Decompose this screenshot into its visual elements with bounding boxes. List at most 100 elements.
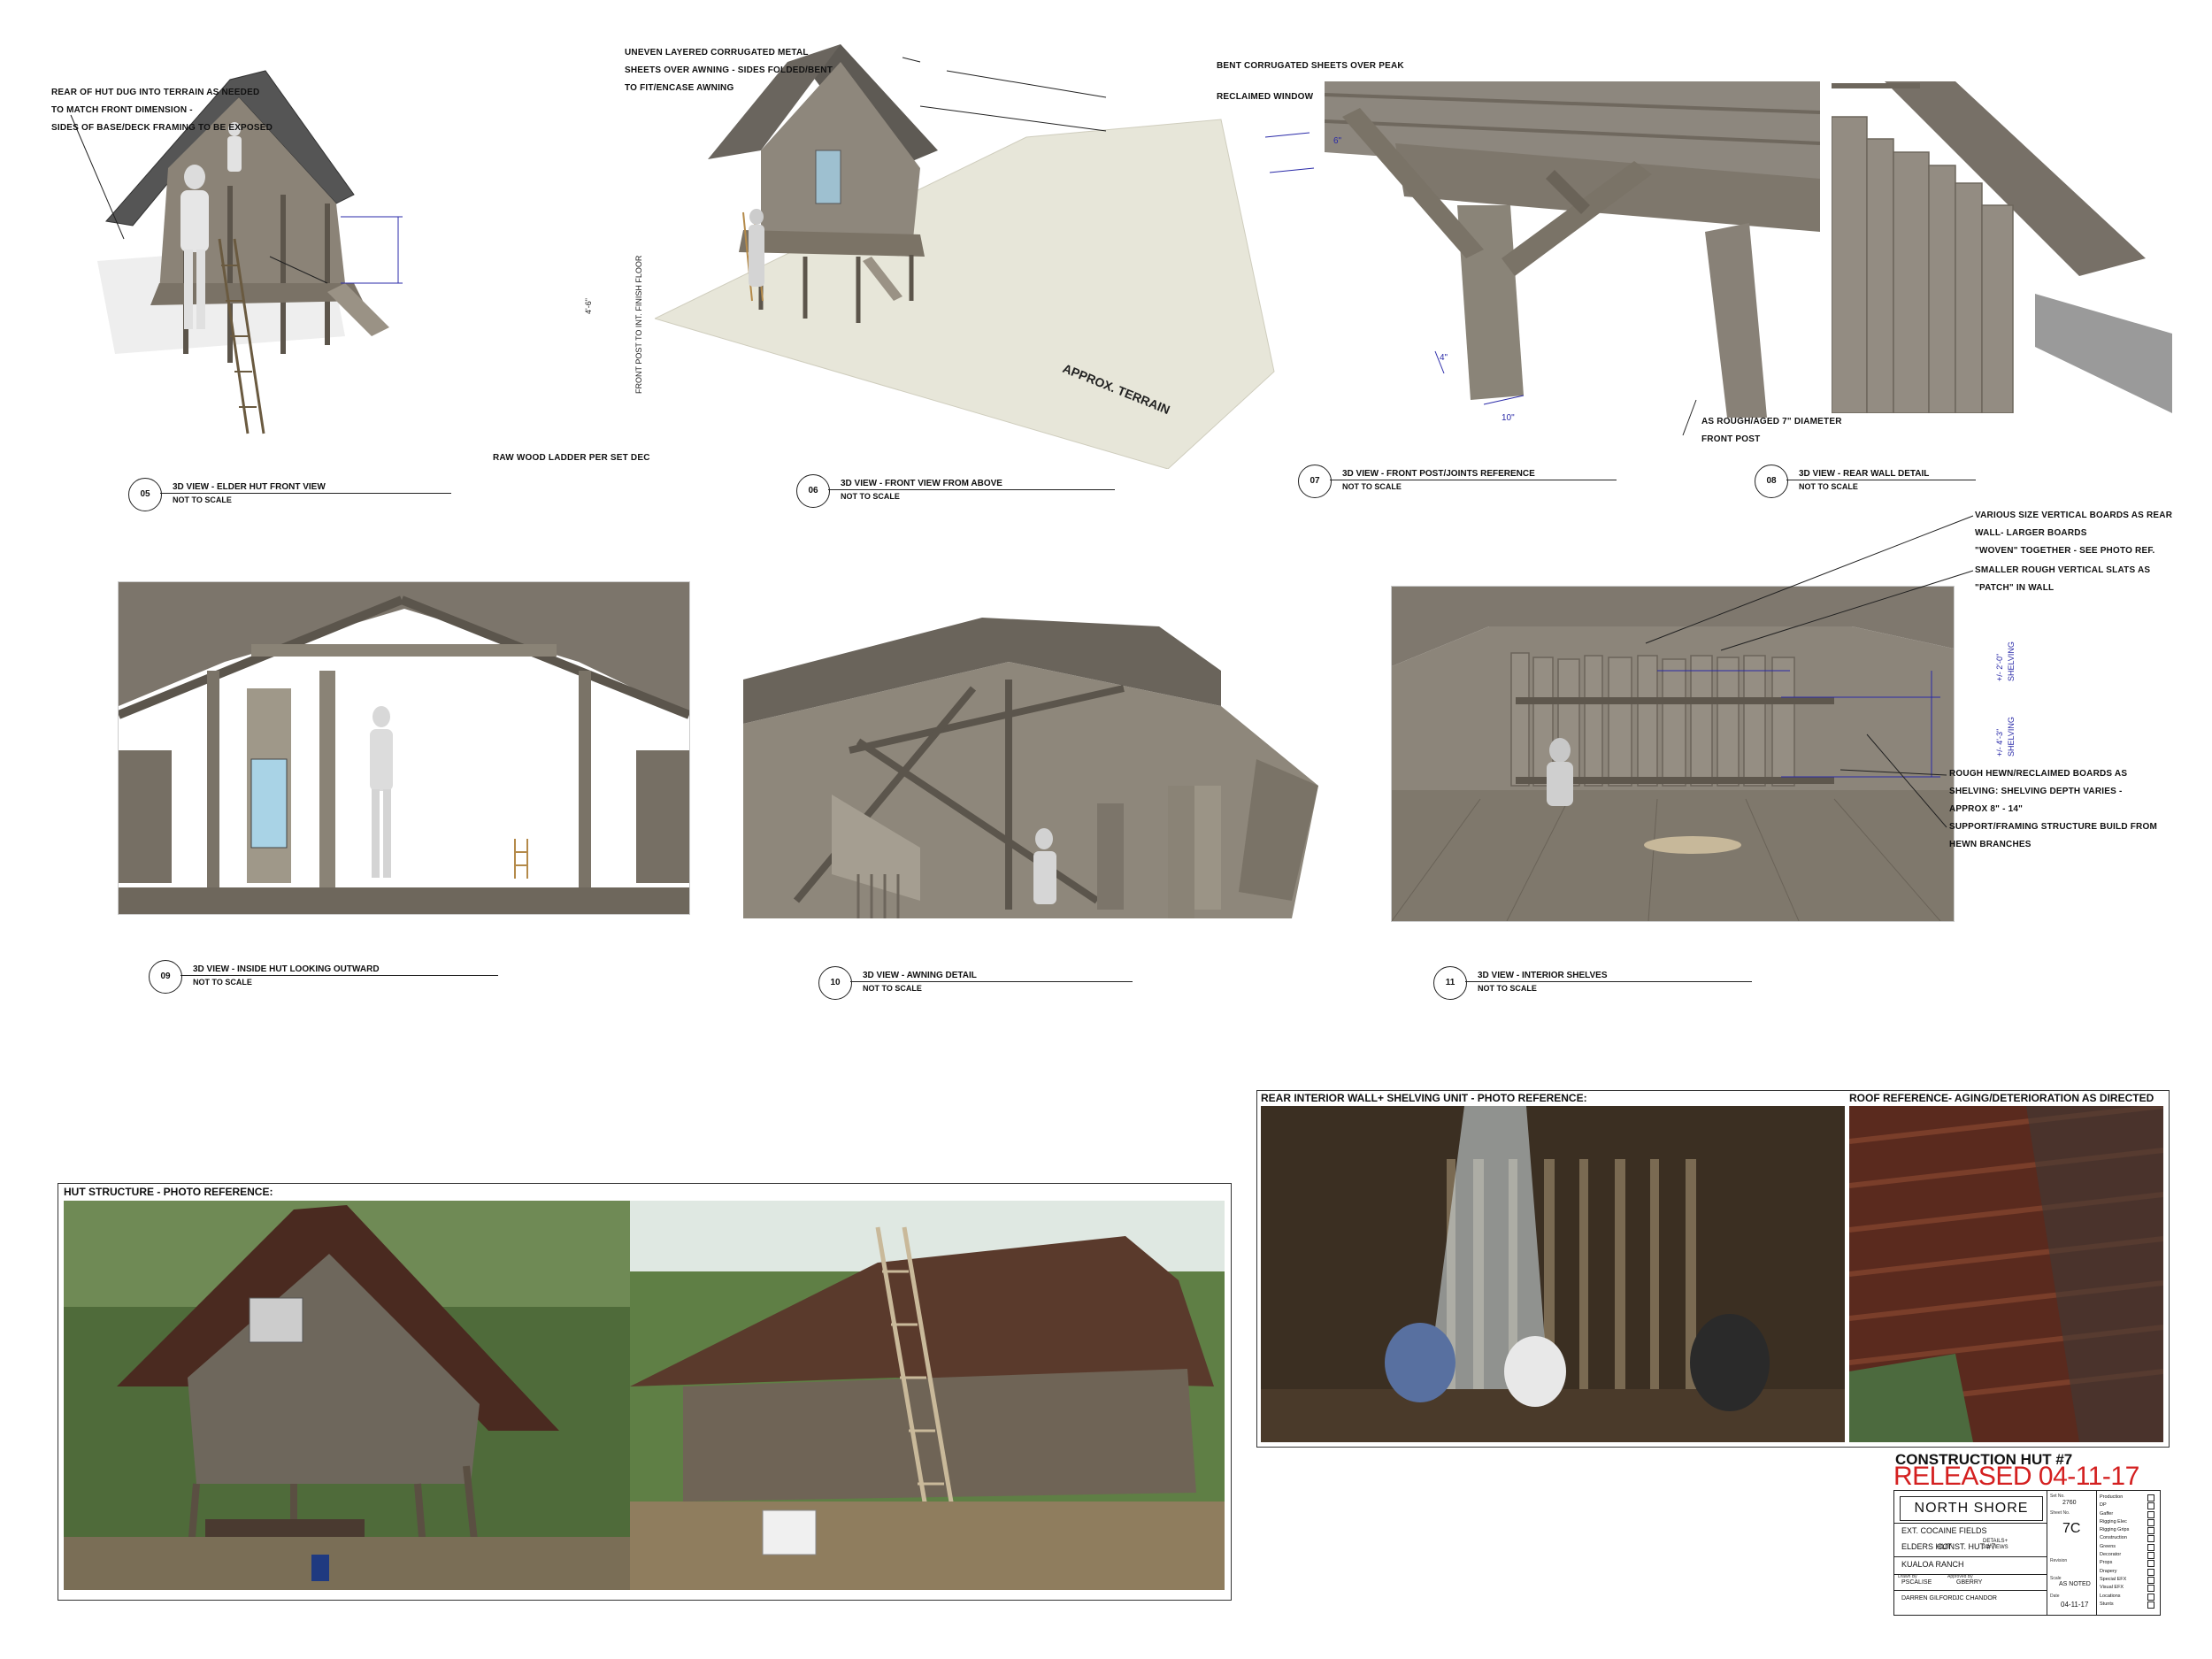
department-item: Gaffer [2100, 1510, 2154, 1518]
view-08-render [1832, 81, 2172, 413]
department-item: Greens [2100, 1543, 2154, 1551]
department-checkbox [2147, 1518, 2154, 1526]
view-scale: NOT TO SCALE [863, 984, 922, 993]
view-title: 3D VIEW - ELDER HUT FRONT VIEW [173, 482, 326, 492]
sheet-no-label: Sheet No. [2050, 1510, 2070, 1516]
release-stamp: RELEASED 04-11-17 [1893, 1462, 2139, 1491]
set-label: EXT. COCAINE FIELDS [1901, 1526, 1987, 1535]
view-title: 3D VIEW - AWNING DETAIL [863, 971, 977, 980]
location: KUALOA RANCH [1901, 1560, 1964, 1569]
caption-rule [850, 981, 1133, 982]
department-checkbox [2147, 1576, 2154, 1584]
department-item: Rigging Grips [2100, 1526, 2154, 1535]
rear-wall-reference-title: REAR INTERIOR WALL+ SHELVING UNIT - PHOT… [1261, 1092, 1587, 1104]
view-scale: NOT TO SCALE [1799, 482, 1858, 491]
title-block-rules [1894, 1523, 2047, 1524]
department-item-label: Gaffer [2100, 1510, 2114, 1517]
view-11-render [1391, 586, 1955, 922]
caption-view-10: 10 3D VIEW - AWNING DETAIL NOT TO SCALE [818, 966, 1133, 1002]
shelf-dim-a-label-text: SHELVING [2007, 641, 2016, 681]
department-item-label: Rigging Elec [2100, 1518, 2127, 1525]
title-block-divider [2096, 1491, 2097, 1615]
drawn-by: PSCALISE [1901, 1579, 1932, 1586]
note-post: AS ROUGH/AGED 7" DIAMETER FRONT POST [1701, 417, 1842, 444]
department-checkbox [2147, 1510, 2154, 1518]
view-scale: NOT TO SCALE [841, 492, 900, 501]
view-10-render [743, 609, 1345, 918]
set-no-label: Set No. [2050, 1494, 2065, 1499]
department-item-label: Production [2100, 1494, 2124, 1500]
roof-reference-title: ROOF REFERENCE- AGING/DETERIORATION AS D… [1849, 1092, 2154, 1104]
view-scale: NOT TO SCALE [193, 978, 252, 987]
director: JC CHANDOR [1956, 1595, 1997, 1601]
title-block: NORTH SHORE EXT. COCAINE FIELDS ELDERS H… [1893, 1490, 2161, 1616]
floor-dimension-note: FRONT POST TO INT. FINISH FLOOR [634, 256, 643, 394]
caption-view-11: 11 3D VIEW - INTERIOR SHELVES NOT TO SCA… [1433, 966, 1752, 1002]
date-label: Date [2050, 1594, 2060, 1599]
department-items: Production DP Gaffer Rigging Elec Rigging Gr… [2100, 1494, 2154, 1609]
department-item: Drapery [2100, 1568, 2154, 1576]
department-list: Production DP Gaffer Rigging Elec Rigging Gr… [2100, 1494, 2154, 1609]
department-item-label: Props [2100, 1560, 2113, 1566]
view-number: 09 [149, 960, 182, 994]
floor-dimension-label: 4'-6" [584, 298, 593, 314]
view-07-render: 4" 10" 6" [1325, 81, 1820, 453]
department-item: Props [2100, 1559, 2154, 1568]
details-label: DETAILS+ 3D VIEWS [1983, 1539, 2008, 1550]
department-checkbox [2147, 1593, 2154, 1601]
department-checkbox [2147, 1543, 2154, 1551]
shelf-dimension-b: +/- 4'-3" [1995, 729, 2004, 757]
shelf-dimension-a-label: SHELVING [2007, 641, 2016, 681]
post-dim-c: 6" [1333, 136, 1342, 146]
title-block-rules [1894, 1556, 2047, 1557]
hut-photo-2 [630, 1201, 1225, 1590]
scale: AS NOTED [2059, 1581, 2091, 1587]
view-title: 3D VIEW - FRONT VIEW FROM ABOVE [841, 479, 1002, 488]
view-number: 11 [1433, 966, 1467, 1000]
note-slats: SMALLER ROUGH VERTICAL SLATS AS "PATCH" … [1975, 565, 2151, 593]
department-item-label: Stunts [2100, 1601, 2114, 1607]
caption-view-07: 07 3D VIEW - FRONT POST/JOINTS REFERENCE… [1298, 465, 1617, 500]
department-item-label: Decorator [2100, 1552, 2122, 1558]
department-item: Locations [2100, 1593, 2154, 1601]
roof-photo [1849, 1106, 2163, 1442]
note-support: SUPPORT/FRAMING STRUCTURE BUILD FROM HEW… [1949, 822, 2157, 849]
set-no: 2760 [2062, 1500, 2077, 1506]
view-number: 05 [128, 478, 162, 511]
shelf-dimension-a: +/- 2'-0" [1995, 654, 2004, 681]
shelf-dimension-b-label: SHELVING [2007, 717, 2016, 757]
floor-dim-note: FRONT POST TO INT. FINISH FLOOR [634, 255, 643, 394]
caption-view-06: 06 3D VIEW - FRONT VIEW FROM ABOVE NOT T… [796, 474, 1115, 510]
caption-rule [180, 975, 498, 976]
caption-view-05: 05 3D VIEW - ELDER HUT FRONT VIEW NOT TO… [128, 478, 451, 513]
note-bent-peak: BENT CORRUGATED SHEETS OVER PEAK [1217, 61, 1404, 71]
shelf-dim-b-label-text: SHELVING [2007, 717, 2016, 757]
note-boards: VARIOUS SIZE VERTICAL BOARDS AS REAR WAL… [1975, 511, 2173, 556]
caption-view-09: 09 3D VIEW - INSIDE HUT LOOKING OUTWARD … [149, 960, 498, 995]
hut-structure-reference-title: HUT STRUCTURE - PHOTO REFERENCE: [64, 1186, 273, 1198]
view-title: 3D VIEW - INSIDE HUT LOOKING OUTWARD [193, 964, 380, 974]
floor-dim-value: 4'-6" [584, 298, 593, 314]
view-title: 3D VIEW - REAR WALL DETAIL [1799, 469, 1930, 479]
caption-view-08: 08 3D VIEW - REAR WALL DETAIL NOT TO SCA… [1755, 465, 1976, 500]
department-checkbox [2147, 1527, 2154, 1535]
view-number: 10 [818, 966, 852, 1000]
department-checkbox [2147, 1568, 2154, 1576]
view-scale: NOT TO SCALE [1342, 482, 1402, 491]
rear-wall-photo [1261, 1106, 1845, 1442]
post-dim-a: 4" [1440, 353, 1448, 363]
department-item: Rigging Elec [2100, 1518, 2154, 1526]
department-item: Visual EFX [2100, 1584, 2154, 1593]
department-item: DP [2100, 1502, 2154, 1510]
title-block-rules [1894, 1574, 2047, 1575]
view-title: 3D VIEW - FRONT POST/JOINTS REFERENCE [1342, 469, 1535, 479]
view-number: 07 [1298, 465, 1332, 498]
date: 04-11-17 [2061, 1601, 2089, 1609]
department-item-label: Special EFX [2100, 1576, 2127, 1582]
approved-by: GBERRY [1956, 1579, 1983, 1586]
department-item: Construction [2100, 1534, 2154, 1543]
view-number: 08 [1755, 465, 1788, 498]
department-checkbox [2147, 1494, 2154, 1502]
department-checkbox [2147, 1535, 2154, 1543]
view-09-render [118, 581, 690, 915]
